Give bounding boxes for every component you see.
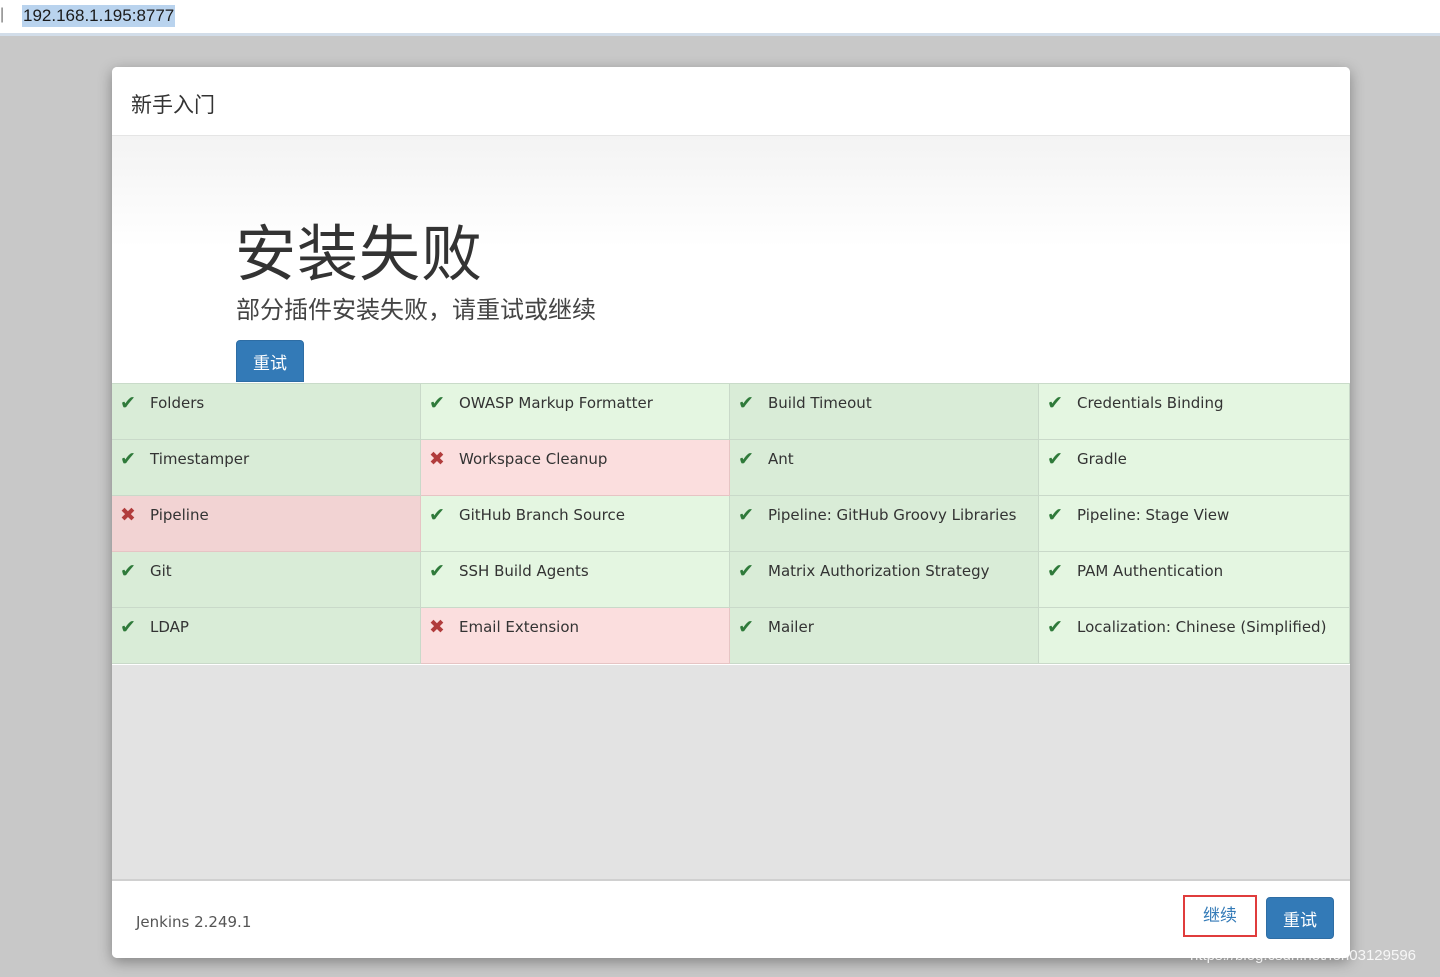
- plugin-item: ✔ PAM Authentication: [1039, 552, 1350, 608]
- plugin-item: ✔ OWASP Markup Formatter: [421, 384, 730, 440]
- checkmark-icon: ✔: [429, 392, 445, 414]
- plugin-name: SSH Build Agents: [459, 562, 589, 580]
- plugin-name: Matrix Authorization Strategy: [768, 562, 990, 580]
- plugin-name: GitHub Branch Source: [459, 506, 625, 524]
- address-bar[interactable]: | 192.168.1.195:8777: [0, 0, 1440, 36]
- checkmark-icon: ✔: [429, 560, 445, 582]
- url-text[interactable]: 192.168.1.195:8777: [22, 5, 176, 27]
- plugin-item: ✔ SSH Build Agents: [421, 552, 730, 608]
- checkmark-icon: ✔: [429, 504, 445, 526]
- cross-icon: ✖: [120, 504, 136, 526]
- install-failed-heading: 安装失败: [235, 219, 484, 290]
- plugin-name: Build Timeout: [768, 394, 872, 412]
- checkmark-icon: ✔: [120, 560, 136, 582]
- plugin-name: Timestamper: [150, 450, 250, 468]
- plugin-name: Pipeline: GitHub Groovy Libraries: [768, 506, 1017, 524]
- checkmark-icon: ✔: [738, 560, 754, 582]
- checkmark-icon: ✔: [738, 392, 754, 414]
- checkmark-icon: ✔: [738, 448, 754, 470]
- plugin-item: ✔ GitHub Branch Source: [421, 496, 730, 552]
- plugin-status-grid: ✔ Folders ✔ OWASP Markup Formatter ✔ Build Ti…: [112, 383, 1350, 666]
- dialog-footer: Jenkins 2.249.1 继续 重试: [112, 881, 1350, 958]
- plugin-item: ✔ Mailer: [730, 608, 1039, 664]
- plugin-name: Credentials Binding: [1077, 394, 1224, 412]
- plugin-item: ✔ Gradle: [1039, 440, 1350, 496]
- retry-button[interactable]: 重试: [236, 340, 304, 382]
- plugin-name: Email Extension: [459, 618, 580, 636]
- address-bar-divider: |: [0, 6, 5, 23]
- watermark-text: https://blog.csdn.net/fon03129596: [1190, 947, 1417, 964]
- plugin-item: ✔ Build Timeout: [730, 384, 1039, 440]
- checkmark-icon: ✔: [738, 616, 754, 638]
- checkmark-icon: ✔: [1047, 504, 1063, 526]
- plugin-item: ✖ Workspace Cleanup: [421, 440, 730, 496]
- plugin-item: ✔ Ant: [730, 440, 1039, 496]
- cross-icon: ✖: [429, 448, 445, 470]
- plugin-item: ✔ Matrix Authorization Strategy: [730, 552, 1039, 608]
- checkmark-icon: ✔: [1047, 448, 1063, 470]
- plugin-name: Localization: Chinese (Simplified): [1077, 618, 1327, 636]
- plugin-item: ✔ Pipeline: GitHub Groovy Libraries: [730, 496, 1039, 552]
- checkmark-icon: ✔: [120, 448, 136, 470]
- setup-wizard-dialog: 新手入门 安装失败 部分插件安装失败，请重试或继续 重试 ✔ Folders ✔ OW…: [112, 67, 1350, 958]
- plugin-name: Gradle: [1077, 450, 1127, 468]
- plugin-name: Git: [150, 562, 172, 580]
- install-log-area: [112, 665, 1350, 881]
- plugin-name: Ant: [768, 450, 794, 468]
- checkmark-icon: ✔: [1047, 560, 1063, 582]
- checkmark-icon: ✔: [738, 504, 754, 526]
- plugin-item: ✔ Credentials Binding: [1039, 384, 1350, 440]
- plugin-item: ✔ LDAP: [112, 608, 421, 664]
- footer-retry-button[interactable]: 重试: [1266, 897, 1334, 939]
- continue-button[interactable]: 继续: [1183, 895, 1257, 937]
- plugin-name: LDAP: [150, 618, 189, 636]
- cross-icon: ✖: [429, 616, 445, 638]
- dialog-title: 新手入门: [131, 93, 215, 117]
- plugin-name: Folders: [150, 394, 205, 412]
- plugin-name: Pipeline: [150, 506, 209, 524]
- checkmark-icon: ✔: [120, 616, 136, 638]
- jenkins-version: Jenkins 2.249.1: [136, 913, 252, 931]
- plugin-item: ✔ Timestamper: [112, 440, 421, 496]
- plugin-item: ✖ Pipeline: [112, 496, 421, 552]
- plugin-item: ✔ Folders: [112, 384, 421, 440]
- plugin-item: ✖ Email Extension: [421, 608, 730, 664]
- checkmark-icon: ✔: [1047, 392, 1063, 414]
- plugin-name: Mailer: [768, 618, 814, 636]
- plugin-item: ✔ Git: [112, 552, 421, 608]
- plugin-item: ✔ Pipeline: Stage View: [1039, 496, 1350, 552]
- plugin-name: Pipeline: Stage View: [1077, 506, 1230, 524]
- plugin-item: ✔ Localization: Chinese (Simplified): [1039, 608, 1350, 664]
- plugin-name: PAM Authentication: [1077, 562, 1224, 580]
- plugin-name: OWASP Markup Formatter: [459, 394, 653, 412]
- dialog-header: 新手入门: [112, 67, 1350, 136]
- install-failed-subheading: 部分插件安装失败，请重试或继续: [236, 296, 596, 324]
- checkmark-icon: ✔: [120, 392, 136, 414]
- plugin-name: Workspace Cleanup: [459, 450, 608, 468]
- checkmark-icon: ✔: [1047, 616, 1063, 638]
